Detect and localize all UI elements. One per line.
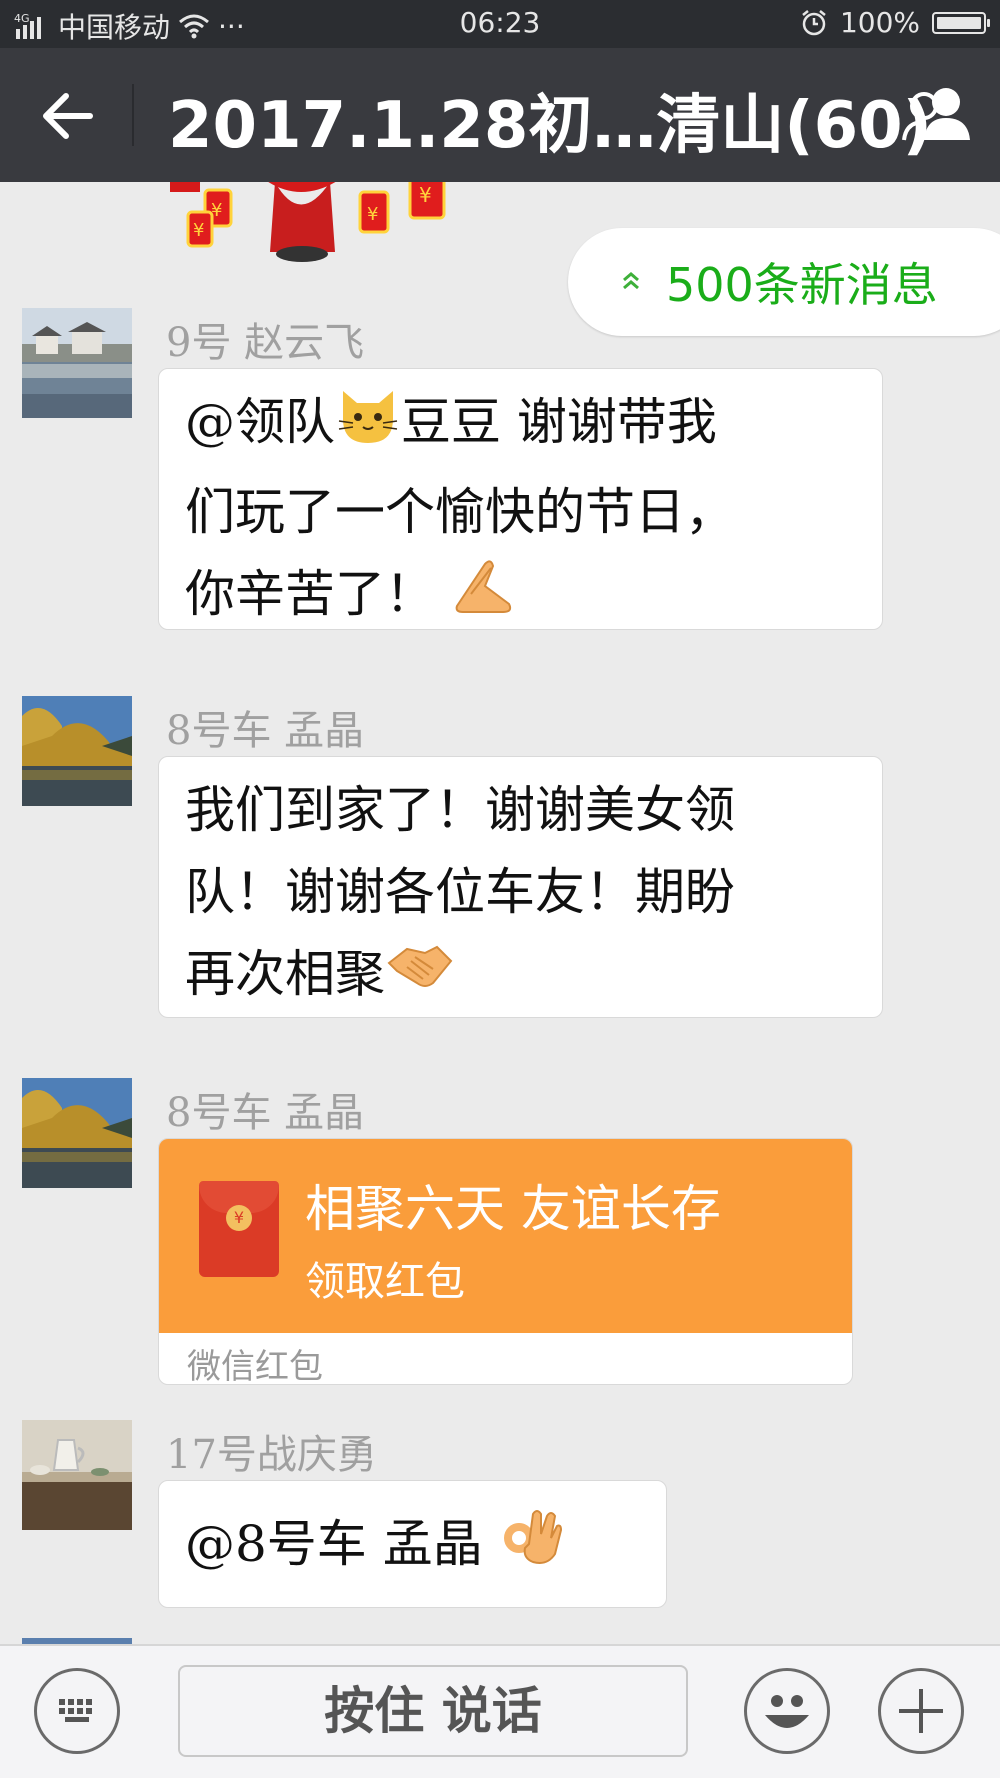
message-bubble[interactable]: 我们到家了！谢谢美女领 队！谢谢各位车友！期盼 再次相聚	[158, 756, 883, 1018]
message-line: 们玩了一个愉快的节日，	[185, 483, 735, 541]
red-packet-footer: 微信红包	[187, 1347, 323, 1385]
avatar-autumn-trees-image	[22, 696, 132, 806]
message-bubble[interactable]: @领队 豆豆 谢谢带我 们玩了一个愉快的节日， 你辛苦了！	[158, 368, 883, 630]
handshake-emoji	[385, 937, 455, 1019]
message-line: 队！谢谢各位车友！期盼	[185, 863, 735, 921]
avatar-lake-village-image	[22, 308, 132, 418]
avatar[interactable]	[22, 308, 132, 418]
more-functions-button[interactable]	[878, 1668, 964, 1754]
title-divider	[132, 84, 134, 146]
message-line: @8号车 孟晶	[185, 1515, 483, 1573]
red-packet-card[interactable]: ¥ 相聚六天 友谊长存 领取红包 微信红包	[158, 1138, 853, 1385]
message-list[interactable]: ¥ ¥ ¥ ¥ 500条新消息 9号 赵云飞 @领队 豆豆 谢谢带我 们玩了一个…	[0, 182, 1000, 1644]
message-text: 我们到家了！谢谢美女领 队！谢谢各位车友！期盼 再次相聚	[185, 769, 868, 1019]
sender-name: 17号战庆勇	[166, 1432, 377, 1478]
hold-to-talk-button[interactable]: 按住 说话	[178, 1665, 688, 1757]
smiley-icon	[765, 1695, 809, 1728]
message-line: 再次相聚	[185, 945, 385, 1003]
status-bar: 4G 中国移动 ··· 06:23 100%	[0, 0, 1000, 48]
alarm-icon	[802, 9, 826, 35]
title-bar: 2017.1.28初…清山(60)	[0, 48, 1000, 182]
avatar[interactable]	[22, 696, 132, 806]
pray-hands-emoji	[451, 556, 517, 640]
sender-name: 9号 赵云飞	[166, 320, 365, 366]
message-line: 我们到家了！谢谢美女领	[185, 781, 735, 839]
message-bubble[interactable]: @8号车 孟晶	[158, 1480, 667, 1608]
message-line: 豆豆 谢谢带我	[401, 393, 717, 451]
sender-name: 8号车 孟晶	[166, 708, 365, 754]
avatar[interactable]	[22, 1420, 132, 1530]
svg-text:¥: ¥	[419, 183, 432, 207]
svg-text:¥: ¥	[367, 204, 378, 225]
message-item: 17号战庆勇 @8号车 孟晶	[0, 1420, 1000, 1620]
avatar-teapot-table-image	[22, 1420, 132, 1530]
back-button[interactable]	[28, 76, 108, 156]
red-packet-title: 相聚六天 友谊长存	[305, 1180, 721, 1238]
red-packet-body: ¥ 相聚六天 友谊长存 领取红包	[159, 1139, 852, 1333]
battery-icon	[932, 11, 990, 34]
double-chevron-up-icon	[620, 265, 642, 300]
avatar[interactable]	[22, 1078, 132, 1188]
svg-text:¥: ¥	[193, 220, 204, 241]
message-text: @领队 豆豆 谢谢带我 们玩了一个愉快的节日， 你辛苦了！	[185, 381, 868, 640]
input-bar: 按住 说话	[0, 1644, 1000, 1778]
new-messages-label: 500条新消息	[666, 258, 938, 312]
sender-name: 8号车 孟晶	[166, 1090, 365, 1136]
arrow-left-icon	[43, 93, 93, 139]
battery-percent: 100%	[839, 6, 920, 39]
message-item: 8号车 孟晶 我们到家了！谢谢美女领 队！谢谢各位车友！期盼 再次相聚	[0, 696, 1000, 1056]
emoji-button[interactable]	[744, 1668, 830, 1754]
group-members-button[interactable]	[894, 76, 978, 156]
plus-icon	[899, 1689, 943, 1733]
message-item: 9号 赵云飞 @领队 豆豆 谢谢带我 们玩了一个愉快的节日， 你辛苦了！	[0, 308, 1000, 678]
cat-face-emoji	[335, 381, 401, 471]
message-line: 你辛苦了！	[185, 565, 435, 623]
keyboard-icon	[59, 1699, 92, 1722]
ok-hand-emoji	[499, 1504, 563, 1592]
keyboard-toggle-button[interactable]	[34, 1668, 120, 1754]
red-packet-action: 领取红包	[305, 1259, 465, 1305]
group-members-icon	[902, 88, 970, 141]
chat-title: 2017.1.28初…清山(60)	[168, 89, 932, 163]
new-year-sticker: ¥ ¥ ¥ ¥	[170, 182, 446, 262]
status-right: 100%	[800, 6, 990, 39]
message-line: @领队	[185, 393, 335, 451]
message-item: 8号车 孟晶 ¥ 相聚六天 友谊长存 领取红包 微信红包	[0, 1078, 1000, 1398]
red-envelope-icon: ¥	[199, 1181, 279, 1277]
avatar-autumn-trees-image	[22, 1078, 132, 1188]
message-text: @8号车 孟晶	[185, 1503, 652, 1592]
